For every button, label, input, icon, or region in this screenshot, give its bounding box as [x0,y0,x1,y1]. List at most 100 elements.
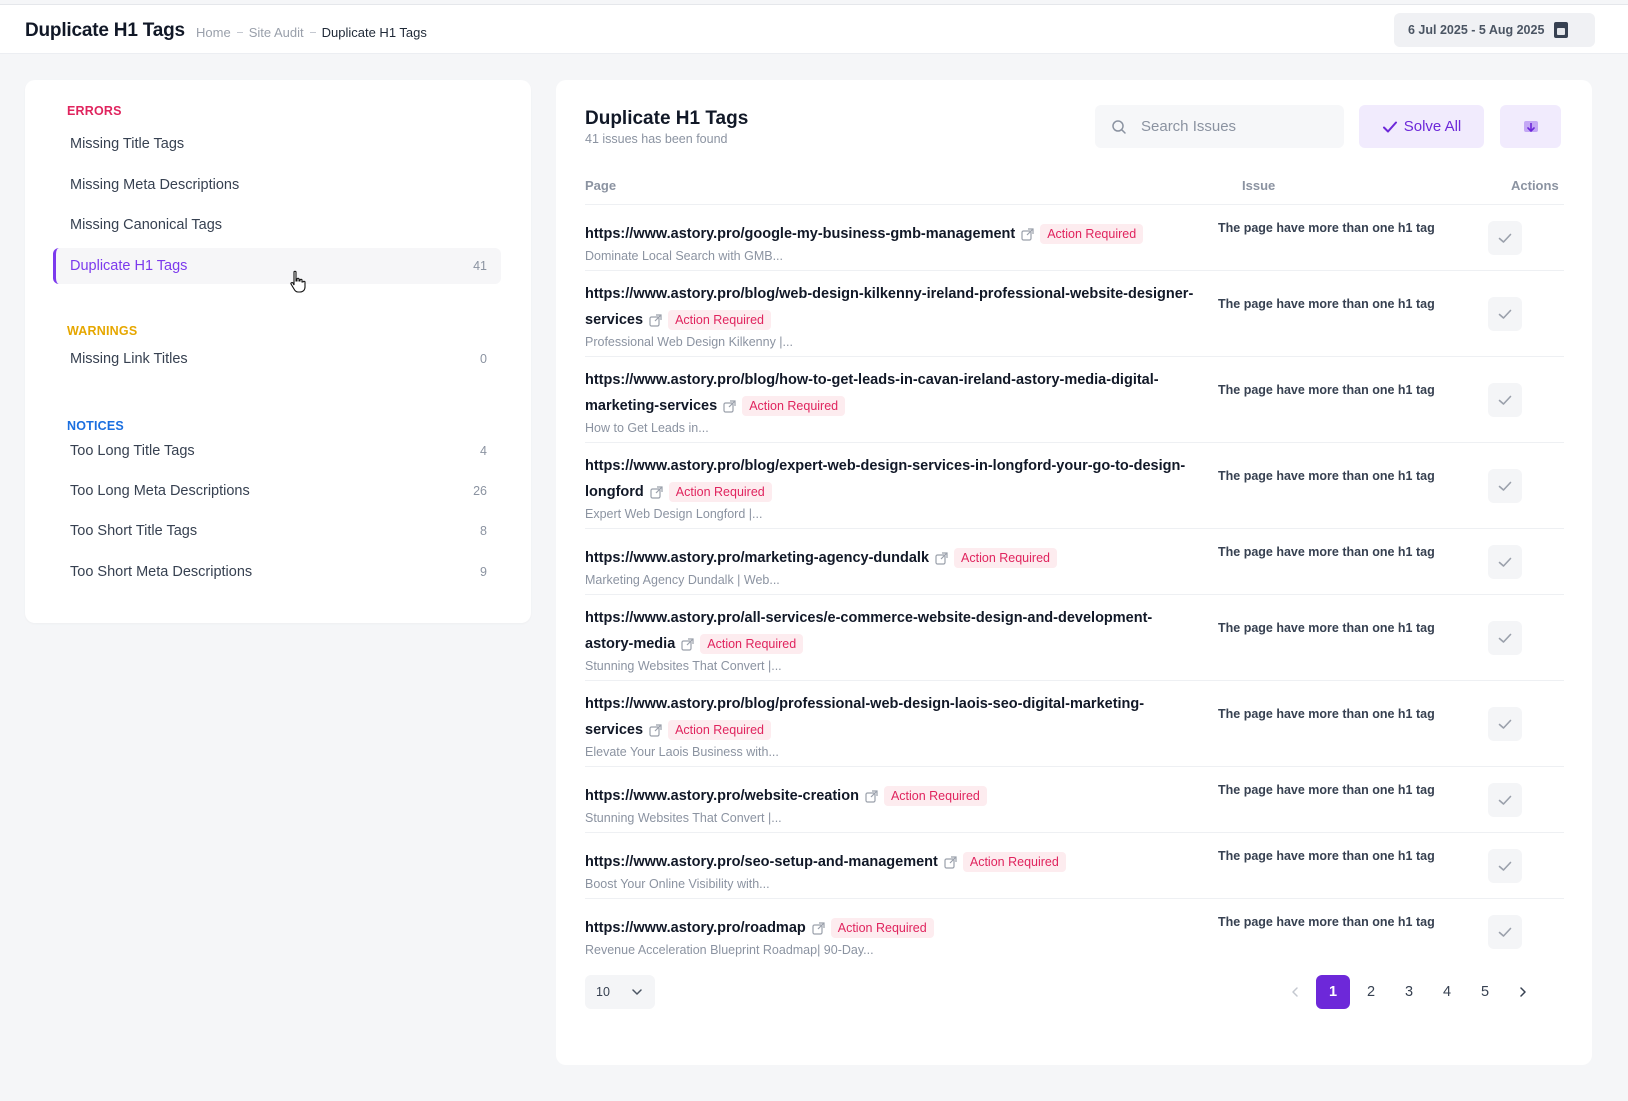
resolve-button[interactable] [1488,221,1522,255]
page-description: Dominate Local Search with GMB... [585,249,783,263]
issues-title: Duplicate H1 Tags [585,108,749,129]
page-description: Professional Web Design Kilkenny |... [585,335,793,349]
table-row: https://www.astory.pro/roadmap Action Req… [585,898,1564,964]
resolve-button[interactable] [1488,707,1522,741]
page-url-link[interactable]: https://www.astory.pro/blog/how-to-get-l… [585,372,1159,414]
date-range-label: 6 Jul 2025 - 5 Aug 2025 [1408,23,1545,37]
external-link-icon[interactable] [935,552,948,565]
external-link-icon[interactable] [812,922,825,935]
status-badge: Action Required [742,396,846,417]
resolve-button[interactable] [1488,383,1522,417]
external-link-icon[interactable] [681,638,694,651]
status-badge: Action Required [962,852,1066,873]
calendar-icon [1554,22,1569,38]
check-icon [1498,861,1512,871]
check-icon [1498,927,1512,937]
sidebar-item-duplicate-h1-tags[interactable]: Duplicate H1 Tags 41 [53,248,501,284]
date-range-picker[interactable]: 6 Jul 2025 - 5 Aug 2025 [1394,13,1595,47]
search-input[interactable] [1141,118,1321,135]
external-link-icon[interactable] [649,314,662,327]
page-url-link[interactable]: https://www.astory.pro/seo-setup-and-man… [585,854,938,870]
page-url-link[interactable]: https://www.astory.pro/marketing-agency-… [585,550,929,566]
sidebar-item-count: 26 [473,484,487,498]
status-badge: Action Required [668,720,772,741]
chevron-down-icon [632,989,642,995]
page-title: Duplicate H1 Tags [25,20,185,41]
page-button-3[interactable]: 3 [1392,975,1426,1009]
resolve-button[interactable] [1488,469,1522,503]
external-link-icon[interactable] [944,856,957,869]
page-url-link[interactable]: https://www.astory.pro/roadmap [585,920,806,936]
external-link-icon[interactable] [865,790,878,803]
download-button[interactable] [1500,105,1561,148]
breadcrumb-separator [309,32,316,33]
sidebar-item-count: 0 [480,352,487,366]
issue-text: The page have more than one h1 tag [1218,849,1435,863]
sidebar-item-too-short-meta-descriptions[interactable]: Too Short Meta Descriptions 9 [53,554,501,590]
table-row: https://www.astory.pro/blog/web-design-k… [585,270,1564,356]
check-icon [1498,633,1512,643]
page-description: Boost Your Online Visibility with... [585,877,770,891]
download-icon [1523,120,1538,132]
breadcrumb-site-audit[interactable]: Site Audit [249,25,304,40]
table-row: https://www.astory.pro/blog/expert-web-d… [585,442,1564,528]
status-badge: Action Required [954,548,1057,569]
page-button-1[interactable]: 1 [1316,975,1350,1009]
check-icon [1382,121,1397,132]
page-url-link[interactable]: https://www.astory.pro/website-creation [585,788,859,804]
page-cell: https://www.astory.pro/website-creation A… [585,767,1200,825]
sidebar-item-missing-link-titles[interactable]: Missing Link Titles 0 [53,341,501,377]
sidebar-item-missing-title-tags[interactable]: Missing Title Tags [53,126,501,162]
sidebar-item-too-short-title-tags[interactable]: Too Short Title Tags 8 [53,513,501,549]
breadcrumb-home[interactable]: Home [196,25,231,40]
per-page-select[interactable]: 10 [585,975,655,1009]
previous-page-button[interactable] [1278,975,1312,1009]
resolve-button[interactable] [1488,545,1522,579]
status-badge: Action Required [668,482,772,503]
resolve-button[interactable] [1488,783,1522,817]
chevron-left-icon [1292,987,1298,997]
solve-all-button[interactable]: Solve All [1359,105,1484,148]
page-button-4[interactable]: 4 [1430,975,1464,1009]
external-link-icon[interactable] [650,486,663,499]
sidebar-item-missing-meta-descriptions[interactable]: Missing Meta Descriptions [53,167,501,203]
page-button-5[interactable]: 5 [1468,975,1502,1009]
issue-text: The page have more than one h1 tag [1218,221,1435,235]
issue-text: The page have more than one h1 tag [1218,383,1435,397]
sidebar-item-too-long-title-tags[interactable]: Too Long Title Tags 4 [53,433,501,469]
breadcrumb-separator [236,32,243,33]
resolve-button[interactable] [1488,915,1522,949]
sidebar-item-too-long-meta-descriptions[interactable]: Too Long Meta Descriptions 26 [53,473,501,509]
top-header: Duplicate H1 Tags Home Site Audit Duplic… [0,4,1628,54]
external-link-icon[interactable] [723,400,736,413]
pagination: 1 2 3 4 5 [1274,975,1540,1009]
external-link-icon[interactable] [1021,228,1034,241]
sidebar-item-count: 8 [480,524,487,538]
sidebar-item-label: Too Short Meta Descriptions [70,564,253,580]
next-page-button[interactable] [1506,975,1540,1009]
page-description: Elevate Your Laois Business with... [585,745,779,759]
table-row: https://www.astory.pro/seo-setup-and-man… [585,832,1564,898]
table-row: https://www.astory.pro/marketing-agency-… [585,528,1564,594]
table-row: https://www.astory.pro/google-my-busines… [585,204,1564,270]
check-icon [1498,557,1512,567]
resolve-button[interactable] [1488,297,1522,331]
page-url-link[interactable]: https://www.astory.pro/all-services/e-co… [585,610,1152,652]
column-header-actions: Actions [1511,178,1559,193]
resolve-button[interactable] [1488,849,1522,883]
resolve-button[interactable] [1488,621,1522,655]
sidebar-item-missing-canonical-tags[interactable]: Missing Canonical Tags [53,207,501,243]
sidebar-item-label: Missing Canonical Tags [70,217,223,233]
external-link-icon[interactable] [649,724,662,737]
issue-text: The page have more than one h1 tag [1218,469,1435,483]
breadcrumb: Home Site Audit Duplicate H1 Tags [196,25,427,40]
issue-text: The page have more than one h1 tag [1218,621,1435,635]
sidebar-item-count: 41 [473,259,487,273]
page-url-link[interactable]: https://www.astory.pro/google-my-busines… [585,226,1015,242]
sidebar-item-label: Too Long Title Tags [70,443,195,459]
notices-section-label: NOTICES [67,419,124,433]
issue-text: The page have more than one h1 tag [1218,783,1435,797]
errors-section-label: ERRORS [67,104,122,118]
page-button-2[interactable]: 2 [1354,975,1388,1009]
check-icon [1498,481,1512,491]
